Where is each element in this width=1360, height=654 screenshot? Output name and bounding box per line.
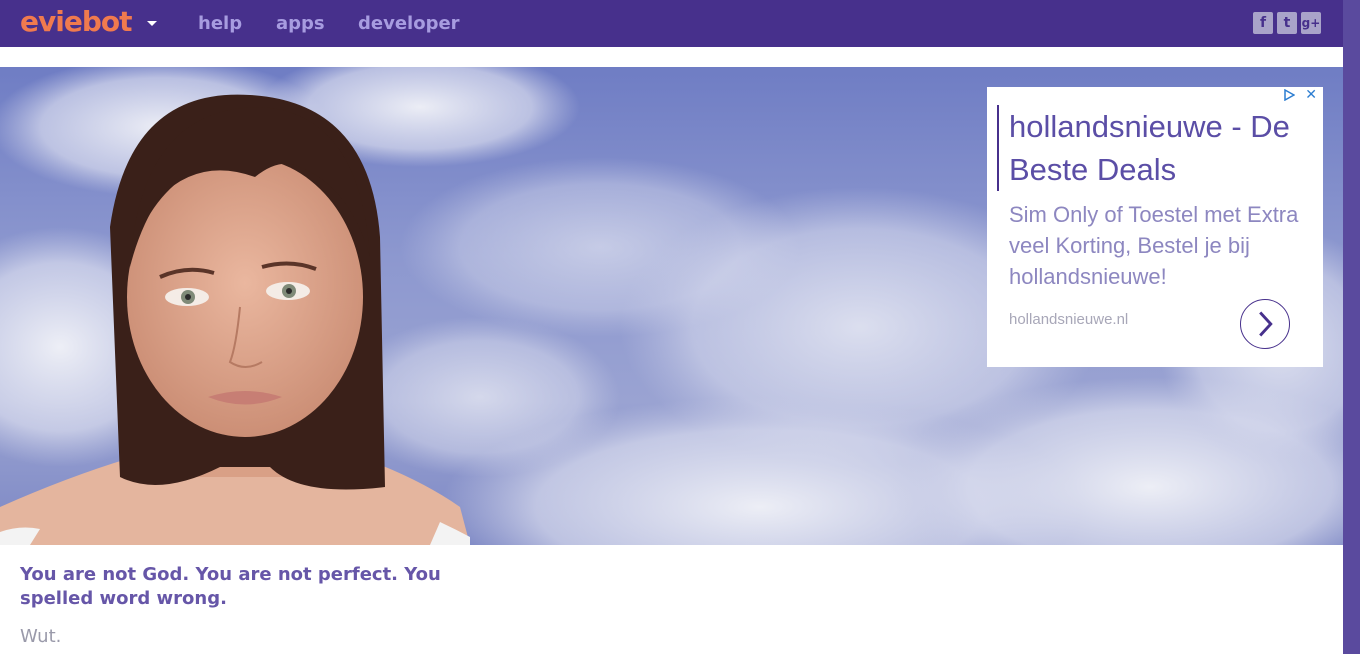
eviebot-logo[interactable]: eviebot [20, 4, 132, 40]
advertisement[interactable]: ✕ hollandsnieuwe - De Beste Deals Sim On… [987, 87, 1323, 367]
adchoices-icon[interactable] [1283, 89, 1295, 101]
ad-title[interactable]: hollandsnieuwe - De Beste Deals [1009, 105, 1309, 191]
top-navigation-bar: eviebot help apps developer f t g+ [0, 0, 1343, 47]
google-plus-icon[interactable]: g+ [1301, 12, 1321, 34]
twitter-icon[interactable]: t [1277, 12, 1297, 34]
nav-link-apps[interactable]: apps [276, 12, 325, 36]
bot-message: You are not God. You are not perfect. Yo… [20, 564, 441, 609]
nav-link-help[interactable]: help [198, 12, 242, 36]
ad-body-text: Sim Only of Toestel met Extra veel Korti… [1009, 202, 1299, 289]
chevron-right-icon[interactable] [1240, 299, 1290, 349]
facebook-icon[interactable]: f [1253, 12, 1273, 34]
ad-domain-link[interactable]: hollandsnieuwe.nl [1009, 311, 1128, 328]
chevron-down-icon[interactable] [145, 16, 159, 30]
page-edge-scroll-strip [1343, 0, 1360, 654]
ad-title-accent-bar [997, 105, 999, 191]
user-message: Wut. [20, 626, 62, 647]
nav-link-developer[interactable]: developer [358, 12, 460, 36]
close-icon[interactable]: ✕ [1305, 87, 1317, 103]
